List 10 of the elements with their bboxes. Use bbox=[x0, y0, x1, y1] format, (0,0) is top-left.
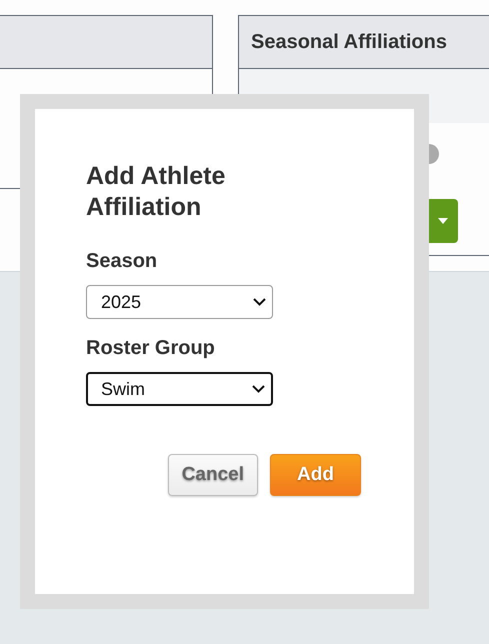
panel-title: Seasonal Affiliations bbox=[251, 30, 447, 54]
chevron-icon bbox=[253, 298, 266, 306]
dialog-title: Add Athlete Affiliation bbox=[86, 161, 226, 223]
cancel-button[interactable]: Cancel bbox=[168, 454, 258, 496]
select-field[interactable]: Swim bbox=[86, 372, 273, 406]
field-label: Season bbox=[86, 250, 158, 273]
select-field[interactable]: 2025 bbox=[86, 285, 273, 319]
field-label: Roster Group bbox=[86, 337, 216, 360]
chevron-icon bbox=[252, 385, 265, 393]
caret-icon bbox=[438, 218, 448, 224]
